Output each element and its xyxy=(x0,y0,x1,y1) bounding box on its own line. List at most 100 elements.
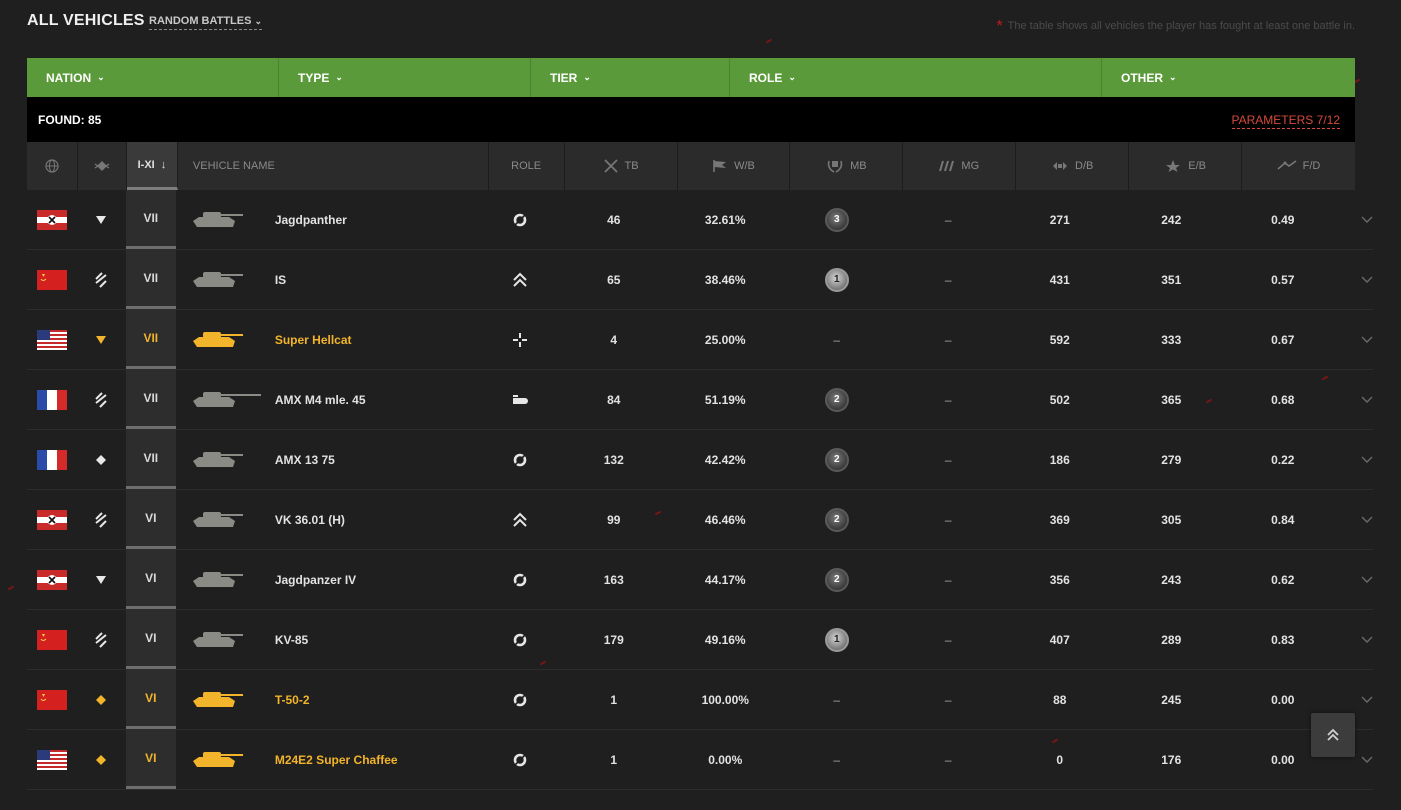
vehicle-name[interactable]: Jagdpanzer IV xyxy=(275,550,482,609)
table-row[interactable]: VI M24E2 Super Chaffee 1 0.00% – –0 176 0.00 xyxy=(27,730,1373,790)
sniper-role-icon xyxy=(482,550,558,609)
battle-mode-dropdown[interactable]: RANDOM BATTLES ⌄ xyxy=(149,15,263,30)
col-fd[interactable]: F/D xyxy=(1242,142,1355,190)
col-eb[interactable]: E/B xyxy=(1129,142,1243,190)
damage-value: 369 xyxy=(1049,512,1070,527)
expand-row-button[interactable] xyxy=(1339,430,1374,489)
frags-value: 0.57 xyxy=(1271,272,1295,287)
table-row[interactable]: VII AMX M4 mle. 45 84 51.19% 2 – 502 365 0.68 xyxy=(27,370,1373,430)
col-mg[interactable]: MG xyxy=(903,142,1017,190)
expand-row-button[interactable] xyxy=(1339,550,1374,609)
vehicle-heavy-icon xyxy=(77,370,125,429)
page-title: ALL VEHICLES xyxy=(27,12,145,29)
tier-value: VII xyxy=(125,430,176,489)
table-row[interactable]: VII IS 65 38.46% 1 – 431 351 0.57 xyxy=(27,250,1373,310)
expand-row-button[interactable] xyxy=(1339,310,1374,369)
col-db[interactable]: D/B xyxy=(1016,142,1130,190)
chevron-down-icon: ⌄ xyxy=(97,72,105,82)
mg-value: – xyxy=(944,452,952,467)
nation-flag-icon xyxy=(27,310,77,369)
damage-value: 271 xyxy=(1049,212,1070,227)
tier-value: VII xyxy=(125,370,176,429)
winrate-value: 38.46% xyxy=(704,272,746,287)
col-eb-label: E/B xyxy=(1188,160,1206,172)
vehicle-td-icon xyxy=(77,310,125,369)
vehicle-name[interactable]: VK 36.01 (H) xyxy=(275,490,482,549)
mastery-value: – xyxy=(833,332,841,347)
col-tier-label: I-XI xyxy=(137,158,155,171)
tier-value: VII xyxy=(125,310,176,369)
winrate-value: 49.16% xyxy=(704,632,746,647)
vehicle-name[interactable]: Jagdpanther xyxy=(275,190,482,249)
filter-nation[interactable]: NATION ⌄ xyxy=(27,58,279,97)
experience-value: 245 xyxy=(1161,692,1182,707)
vehicle-image xyxy=(176,370,275,429)
table-row[interactable]: VI T-50-2 1 100.00% – –88 245 0.00 xyxy=(27,670,1373,730)
mg-value: – xyxy=(944,752,952,767)
vehicle-name[interactable]: M24E2 Super Chaffee xyxy=(275,730,482,789)
col-tb[interactable]: TB xyxy=(565,142,678,190)
expand-row-button[interactable] xyxy=(1339,490,1374,549)
frags-value: 0.68 xyxy=(1271,392,1295,407)
winrate-value: 42.42% xyxy=(704,452,746,467)
support-role-icon xyxy=(482,370,558,429)
damage-value: 0 xyxy=(1056,752,1064,767)
mastery-value: – xyxy=(833,752,841,767)
battles-value: 1 xyxy=(610,752,618,767)
table-row[interactable]: VII Jagdpanther 46 32.61% 3 – 271 242 0.49 xyxy=(27,190,1373,250)
vehicle-name[interactable]: KV-85 xyxy=(275,610,482,669)
col-role[interactable]: ROLE xyxy=(489,142,565,190)
col-role-label: ROLE xyxy=(511,160,542,172)
col-nation[interactable] xyxy=(27,142,78,190)
col-vehicle-name[interactable]: VEHICLE NAME xyxy=(178,142,489,190)
assault-role-icon xyxy=(482,250,558,309)
mastery-cell: – xyxy=(781,730,893,789)
vehicle-name[interactable]: Super Hellcat xyxy=(275,310,482,369)
vehicle-name[interactable]: T-50-2 xyxy=(275,670,482,729)
mastery-cell: 2 xyxy=(781,490,893,549)
filter-label: OTHER xyxy=(1121,70,1163,85)
filter-other[interactable]: OTHER ⌄ xyxy=(1102,58,1355,97)
vehicle-name[interactable]: AMX 13 75 xyxy=(275,430,482,489)
col-tier[interactable]: I-XI ↓ xyxy=(126,142,178,190)
vehicle-image xyxy=(176,430,275,489)
sniper-role-icon xyxy=(482,190,558,249)
sort-arrow-icon: ↓ xyxy=(160,158,167,171)
table-row[interactable]: VI Jagdpanzer IV 163 44.17% 2 – 356 243 0.62 xyxy=(27,550,1373,610)
col-mb[interactable]: MB xyxy=(790,142,904,190)
col-type[interactable] xyxy=(78,142,127,190)
stripes-icon xyxy=(939,160,955,172)
decor-splat xyxy=(7,585,15,591)
col-wb[interactable]: W/B xyxy=(678,142,791,190)
chevron-down-icon xyxy=(1361,456,1373,463)
vehicle-type-icon xyxy=(94,161,110,171)
filter-tier[interactable]: TIER ⌄ xyxy=(531,58,730,97)
expand-row-button[interactable] xyxy=(1339,610,1374,669)
vehicle-heavy-icon xyxy=(77,250,125,309)
table-row[interactable]: VII AMX 13 75 132 42.42% 2 – 186 279 0.22 xyxy=(27,430,1373,490)
table-row[interactable]: VII Super Hellcat 4 25.00% – – 592 333 0.67 xyxy=(27,310,1373,370)
winrate-value: 25.00% xyxy=(704,332,746,347)
expand-row-button[interactable] xyxy=(1339,250,1374,309)
asterisk-icon: * xyxy=(996,18,1003,35)
expand-row-button[interactable] xyxy=(1339,370,1374,429)
chevron-down-icon xyxy=(1361,696,1373,703)
mastery-cell: 2 xyxy=(781,370,893,429)
found-count: FOUND: 85 xyxy=(38,113,102,127)
vehicle-name[interactable]: IS xyxy=(275,250,482,309)
tier-value: VI xyxy=(125,610,176,669)
experience-value: 351 xyxy=(1161,272,1182,287)
winrate-value: 51.19% xyxy=(704,392,746,407)
filter-bar: NATION ⌄ TYPE ⌄ TIER ⌄ ROLE ⌄ OTHER ⌄ xyxy=(27,58,1355,97)
filter-type[interactable]: TYPE ⌄ xyxy=(279,58,531,97)
filter-role[interactable]: ROLE ⌄ xyxy=(730,58,1102,97)
parameters-link[interactable]: PARAMETERS 7/12 xyxy=(1231,113,1340,129)
table-row[interactable]: VI VK 36.01 (H) 99 46.46% 2 – 369 305 0.84 xyxy=(27,490,1373,550)
vehicle-name[interactable]: AMX M4 mle. 45 xyxy=(275,370,482,429)
expand-row-button[interactable] xyxy=(1339,190,1374,249)
col-tb-label: TB xyxy=(624,160,639,172)
mastery-value: 2 xyxy=(833,514,840,525)
scroll-to-top-button[interactable] xyxy=(1311,713,1355,757)
col-fd-label: F/D xyxy=(1302,160,1321,172)
table-row[interactable]: VI KV-85 179 49.16% 1 – 407 289 0.83 xyxy=(27,610,1373,670)
